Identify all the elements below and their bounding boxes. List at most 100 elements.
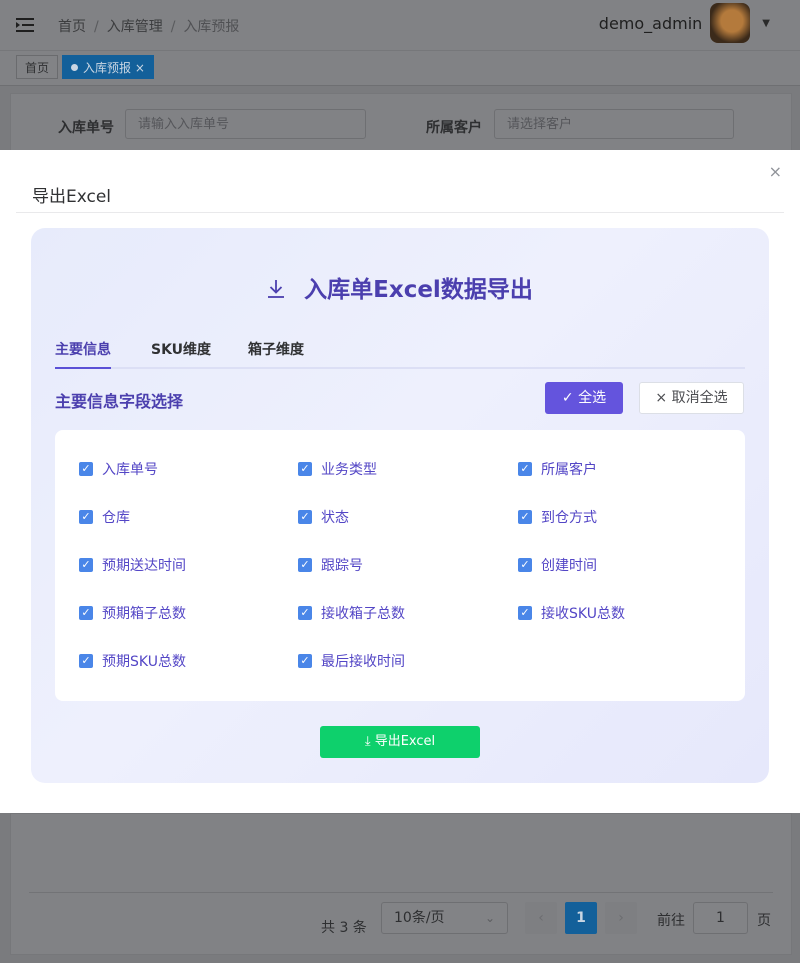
tab-sku-dimension[interactable]: SKU维度 xyxy=(151,339,211,367)
breadcrumb-separator: / xyxy=(170,19,176,35)
field-label: 接收SKU总数 xyxy=(541,606,625,622)
download-icon: ⤓ xyxy=(364,734,371,749)
checkbox-checked-icon[interactable]: ✓ xyxy=(298,654,312,668)
field-checkbox[interactable]: ✓ 最后接收时间 xyxy=(298,651,405,671)
checkbox-checked-icon[interactable]: ✓ xyxy=(518,558,532,572)
check-icon: ✓ xyxy=(561,390,574,406)
field-label: 仓库 xyxy=(102,510,130,526)
field-checkbox[interactable]: ✓ 预期送达时间 xyxy=(79,555,186,575)
username: demo_admin xyxy=(598,13,703,33)
checkbox-checked-icon[interactable]: ✓ xyxy=(298,606,312,620)
tag-active-label: 入库预报 xyxy=(83,61,132,75)
page-number-current[interactable]: 1 xyxy=(565,902,597,934)
field-checkbox[interactable]: ✓ 接收SKU总数 xyxy=(518,603,625,623)
field-checkbox[interactable]: ✓ 状态 xyxy=(298,507,349,527)
field-label: 预期SKU总数 xyxy=(102,654,186,670)
field-label: 预期箱子总数 xyxy=(102,606,186,622)
breadcrumb-current: 入库预报 xyxy=(183,19,240,35)
avatar[interactable] xyxy=(710,3,751,43)
breadcrumb-separator: / xyxy=(94,19,99,35)
top-navbar: 首页 / 入库管理 / 入库预报 demo_admin ▼ xyxy=(0,0,800,51)
field-checkbox[interactable]: ✓ 入库单号 xyxy=(79,459,158,479)
user-menu[interactable]: demo_admin ▼ xyxy=(599,3,770,43)
export-excel-dialog: 导出Excel × 入库单Excel数据导出 主要信息 SKU维度 箱子维度 主… xyxy=(0,150,800,813)
checkbox-checked-icon[interactable]: ✓ xyxy=(298,558,312,572)
order-number-label: 入库单号 xyxy=(58,120,114,136)
checkbox-checked-icon[interactable]: ✓ xyxy=(79,510,93,524)
breadcrumb: 首页 / 入库管理 / 入库预报 xyxy=(58,16,239,36)
panel-title-text: 入库单Excel数据导出 xyxy=(304,277,533,303)
export-panel: 入库单Excel数据导出 主要信息 SKU维度 箱子维度 主要信息字段选择 ✓ … xyxy=(31,228,769,783)
tags-view-bar: 首页 入库预报 × xyxy=(0,51,800,86)
field-label: 创建时间 xyxy=(541,558,597,574)
select-all-label: 全选 xyxy=(578,390,607,406)
export-excel-label: 导出Excel xyxy=(374,734,436,749)
select-all-button[interactable]: ✓ 全选 xyxy=(545,382,623,414)
field-checkbox[interactable]: ✓ 创建时间 xyxy=(518,555,597,575)
caret-down-icon[interactable]: ▼ xyxy=(762,18,770,29)
field-checkbox[interactable]: ✓ 预期SKU总数 xyxy=(79,651,186,671)
divider xyxy=(29,892,773,893)
field-label: 所属客户 xyxy=(541,462,597,478)
field-checkbox[interactable]: ✓ 仓库 xyxy=(79,507,130,527)
field-label: 预期送达时间 xyxy=(102,558,186,574)
order-number-input[interactable]: 请输入入库单号 xyxy=(125,109,366,139)
breadcrumb-home[interactable]: 首页 xyxy=(58,19,86,35)
checkbox-checked-icon[interactable]: ✓ xyxy=(518,606,532,620)
section-title: 主要信息字段选择 xyxy=(55,392,184,411)
download-icon xyxy=(267,278,292,303)
field-checkbox-group: ✓ 入库单号 ✓ 业务类型 ✓ 所属客户 ✓ 仓库 ✓ 状态 ✓ 到仓方式 ✓ 预期送达时间 ✓ 跟踪号 ✓ 创建… xyxy=(55,430,745,701)
goto-label: 前往 xyxy=(657,913,685,929)
panel-title: 入库单Excel数据导出 xyxy=(31,270,769,304)
dialog-title: 导出Excel xyxy=(32,187,112,207)
next-page-button[interactable]: › xyxy=(605,902,637,934)
field-checkbox[interactable]: ✓ 接收箱子总数 xyxy=(298,603,405,623)
tag-home[interactable]: 首页 xyxy=(16,55,59,79)
close-icon[interactable]: × xyxy=(769,162,782,181)
goto-page-input[interactable]: 1 xyxy=(693,902,748,934)
field-label: 跟踪号 xyxy=(321,558,363,574)
checkbox-checked-icon[interactable]: ✓ xyxy=(518,510,532,524)
customer-select[interactable]: 请选择客户 xyxy=(494,109,734,139)
prev-page-button[interactable]: ‹ xyxy=(525,902,557,934)
export-tabs: 主要信息 SKU维度 箱子维度 xyxy=(55,339,745,369)
menu-fold-icon[interactable] xyxy=(16,16,34,34)
checkbox-checked-icon[interactable]: ✓ xyxy=(298,462,312,476)
close-icon: × xyxy=(655,390,668,406)
tab-box-dimension[interactable]: 箱子维度 xyxy=(248,339,304,367)
field-checkbox[interactable]: ✓ 业务类型 xyxy=(298,459,377,479)
checkbox-checked-icon[interactable]: ✓ xyxy=(79,462,93,476)
export-excel-button[interactable]: ⤓ 导出Excel xyxy=(320,726,480,758)
chevron-down-icon: ⌄ xyxy=(484,911,495,925)
field-label: 业务类型 xyxy=(321,462,377,478)
deselect-all-label: 取消全选 xyxy=(671,390,728,406)
field-checkbox[interactable]: ✓ 跟踪号 xyxy=(298,555,363,575)
page-size-value: 10条/页 xyxy=(394,910,445,926)
checkbox-checked-icon[interactable]: ✓ xyxy=(79,654,93,668)
field-label: 状态 xyxy=(321,510,349,526)
page-size-select[interactable]: 10条/页 ⌄ xyxy=(381,902,508,934)
checkbox-checked-icon[interactable]: ✓ xyxy=(518,462,532,476)
dialog-divider xyxy=(16,212,784,213)
field-label: 最后接收时间 xyxy=(321,654,405,670)
active-dot-icon xyxy=(71,64,78,71)
field-checkbox[interactable]: ✓ 所属客户 xyxy=(518,459,597,479)
search-form: 入库单号 请输入入库单号 所属客户 请选择客户 xyxy=(10,93,792,155)
field-label: 入库单号 xyxy=(102,462,158,478)
tag-inbound-forecast[interactable]: 入库预报 × xyxy=(62,55,154,79)
checkbox-checked-icon[interactable]: ✓ xyxy=(79,606,93,620)
tab-main-info[interactable]: 主要信息 xyxy=(55,339,111,369)
tag-home-label: 首页 xyxy=(25,61,50,75)
customer-label: 所属客户 xyxy=(426,120,482,136)
field-label: 到仓方式 xyxy=(541,510,597,526)
deselect-all-button[interactable]: × 取消全选 xyxy=(639,382,744,414)
tag-close-icon[interactable]: × xyxy=(135,61,145,75)
pagination-total: 共 3 条 xyxy=(321,920,367,936)
field-checkbox[interactable]: ✓ 预期箱子总数 xyxy=(79,603,186,623)
page-unit-label: 页 xyxy=(757,913,771,929)
checkbox-checked-icon[interactable]: ✓ xyxy=(79,558,93,572)
field-checkbox[interactable]: ✓ 到仓方式 xyxy=(518,507,597,527)
field-label: 接收箱子总数 xyxy=(321,606,405,622)
breadcrumb-inbound-management[interactable]: 入库管理 xyxy=(107,19,163,35)
checkbox-checked-icon[interactable]: ✓ xyxy=(298,510,312,524)
